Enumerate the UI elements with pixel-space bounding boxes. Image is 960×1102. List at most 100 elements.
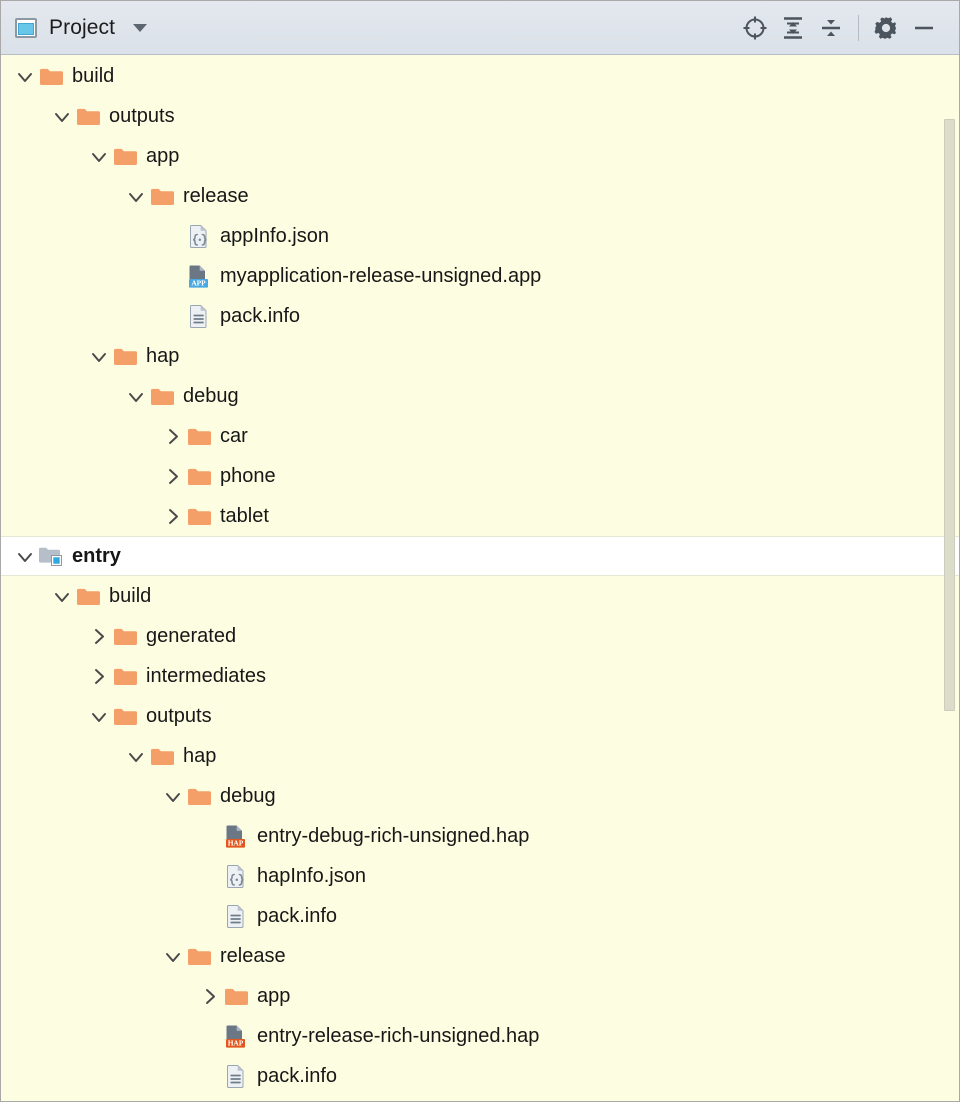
chevron-right-icon	[169, 428, 178, 444]
tree-row-entry[interactable]: entry	[1, 536, 959, 576]
folder-icon	[186, 944, 212, 968]
expand-all-button[interactable]	[774, 9, 812, 47]
tree-row-entry-build-generated[interactable]: generated	[1, 616, 959, 656]
hap-file-icon: HAP	[223, 824, 249, 848]
chevron-down-icon	[55, 112, 69, 122]
folder-icon	[186, 464, 212, 488]
module-folder-icon	[38, 544, 64, 568]
tree-row-entry-build-outputs-hap[interactable]: hap	[1, 736, 959, 776]
tree-row-label: build	[72, 65, 115, 87]
info-file-icon	[223, 1064, 249, 1088]
tree-row-label: entry	[72, 545, 121, 567]
tree-row-hap-debug-phone[interactable]: phone	[1, 456, 959, 496]
collapse-all-button[interactable]	[812, 9, 850, 47]
vertical-scrollbar-thumb[interactable]	[944, 119, 955, 711]
tree-row-build-outputs[interactable]: outputs	[1, 96, 959, 136]
tree-row-hap-debug-tablet[interactable]: tablet	[1, 496, 959, 536]
project-tool-window: Project build outputs app release appInf…	[0, 0, 960, 1102]
project-panel-icon	[15, 17, 37, 38]
chevron-down-icon[interactable]	[133, 23, 148, 32]
tree-toggle-expand[interactable]	[160, 416, 186, 456]
toolbar-separator	[858, 14, 859, 41]
tree-row-entry-build-outputs[interactable]: outputs	[1, 696, 959, 736]
chevron-down-icon	[166, 792, 180, 802]
tree-toggle-expand[interactable]	[86, 656, 112, 696]
tree-row-appinfo-json[interactable]: appInfo.json	[1, 216, 959, 256]
tree-row-entry-release-pack-info[interactable]: pack.info	[1, 1056, 959, 1096]
app-file-icon: APP	[186, 264, 212, 288]
tree-toggle-collapse[interactable]	[49, 96, 75, 136]
tree-row-label: build	[109, 585, 152, 607]
tree-row-hap-debug-car[interactable]: car	[1, 416, 959, 456]
gear-icon	[874, 16, 897, 39]
panel-title: Project	[49, 15, 116, 39]
tree-row-label: pack.info	[257, 905, 338, 927]
hide-button[interactable]	[905, 9, 943, 47]
svg-text:HAP: HAP	[228, 1038, 244, 1047]
tree-row-label: hap	[183, 745, 217, 767]
tree-row-entry-release-rich-unsigned-hap[interactable]: HAP entry-release-rich-unsigned.hap	[1, 1016, 959, 1056]
folder-icon	[149, 184, 175, 208]
tree-row-label: pack.info	[220, 305, 301, 327]
tree-toggle-collapse[interactable]	[123, 376, 149, 416]
tree-toggle-collapse[interactable]	[12, 56, 38, 96]
vertical-scrollbar-track[interactable]	[944, 56, 958, 1100]
tree-toggle-expand[interactable]	[197, 976, 223, 1016]
tree-row-build[interactable]: build	[1, 56, 959, 96]
tree-row-label: release	[220, 945, 286, 967]
json-file-icon	[186, 224, 212, 248]
folder-icon	[149, 744, 175, 768]
tree-toggle-collapse[interactable]	[86, 136, 112, 176]
tree-row-myapplication-release-unsigned-app[interactable]: APP myapplication-release-unsigned.app	[1, 256, 959, 296]
svg-text:HAP: HAP	[228, 838, 244, 847]
tree-row-build-outputs-app-release[interactable]: release	[1, 176, 959, 216]
tree-row-entry-hap-debug[interactable]: debug	[1, 776, 959, 816]
tree-row-label: debug	[183, 385, 239, 407]
tree-row-entry-debug-rich-unsigned-hap[interactable]: HAP entry-debug-rich-unsigned.hap	[1, 816, 959, 856]
tree-row-entry-build[interactable]: build	[1, 576, 959, 616]
settings-button[interactable]	[867, 9, 905, 47]
select-opened-file-button[interactable]	[736, 9, 774, 47]
chevron-down-icon	[129, 752, 143, 762]
folder-icon	[75, 104, 101, 128]
project-tree[interactable]: build outputs app release appInfo.json APP mya…	[1, 56, 959, 1101]
tree-toggle-collapse[interactable]	[160, 776, 186, 816]
tree-row-label: generated	[146, 625, 237, 647]
tree-toggle-collapse[interactable]	[86, 696, 112, 736]
chevron-down-icon	[92, 712, 106, 722]
minimize-icon	[915, 26, 933, 29]
tree-row-build-outputs-hap[interactable]: hap	[1, 336, 959, 376]
tree-row-entry-debug-pack-info[interactable]: pack.info	[1, 896, 959, 936]
tree-row-entry-release-app[interactable]: app	[1, 976, 959, 1016]
tree-toggle-collapse[interactable]	[160, 936, 186, 976]
tree-row-label: appInfo.json	[220, 225, 329, 247]
tree-toggle-collapse[interactable]	[123, 176, 149, 216]
chevron-right-icon	[95, 668, 104, 684]
tree-row-label: hap	[146, 345, 180, 367]
tree-row-entry-build-intermediates[interactable]: intermediates	[1, 656, 959, 696]
tree-row-label: release	[183, 185, 249, 207]
tree-row-entry-hap-release[interactable]: release	[1, 936, 959, 976]
tree-row-build-outputs-hap-debug[interactable]: debug	[1, 376, 959, 416]
chevron-right-icon	[206, 988, 215, 1004]
tree-row-label: entry-release-rich-unsigned.hap	[257, 1025, 540, 1047]
tree-toggle-expand[interactable]	[160, 456, 186, 496]
tree-toggle-collapse[interactable]	[49, 576, 75, 616]
tree-row-app-release-pack-info[interactable]: pack.info	[1, 296, 959, 336]
tree-toggle-expand[interactable]	[160, 496, 186, 536]
tree-toggle-collapse[interactable]	[86, 336, 112, 376]
svg-text:APP: APP	[191, 278, 206, 287]
tree-row-label: debug	[220, 785, 276, 807]
tree-row-build-outputs-app[interactable]: app	[1, 136, 959, 176]
chevron-down-icon	[55, 592, 69, 602]
tree-toggle-collapse[interactable]	[12, 536, 38, 576]
tree-toggle-expand[interactable]	[86, 616, 112, 656]
folder-icon	[186, 424, 212, 448]
folder-icon	[186, 784, 212, 808]
tree-row-hapinfo-json[interactable]: hapInfo.json	[1, 856, 959, 896]
tree-toggle-collapse[interactable]	[123, 736, 149, 776]
tree-row-label: myapplication-release-unsigned.app	[220, 265, 542, 287]
chevron-down-icon	[18, 72, 32, 82]
